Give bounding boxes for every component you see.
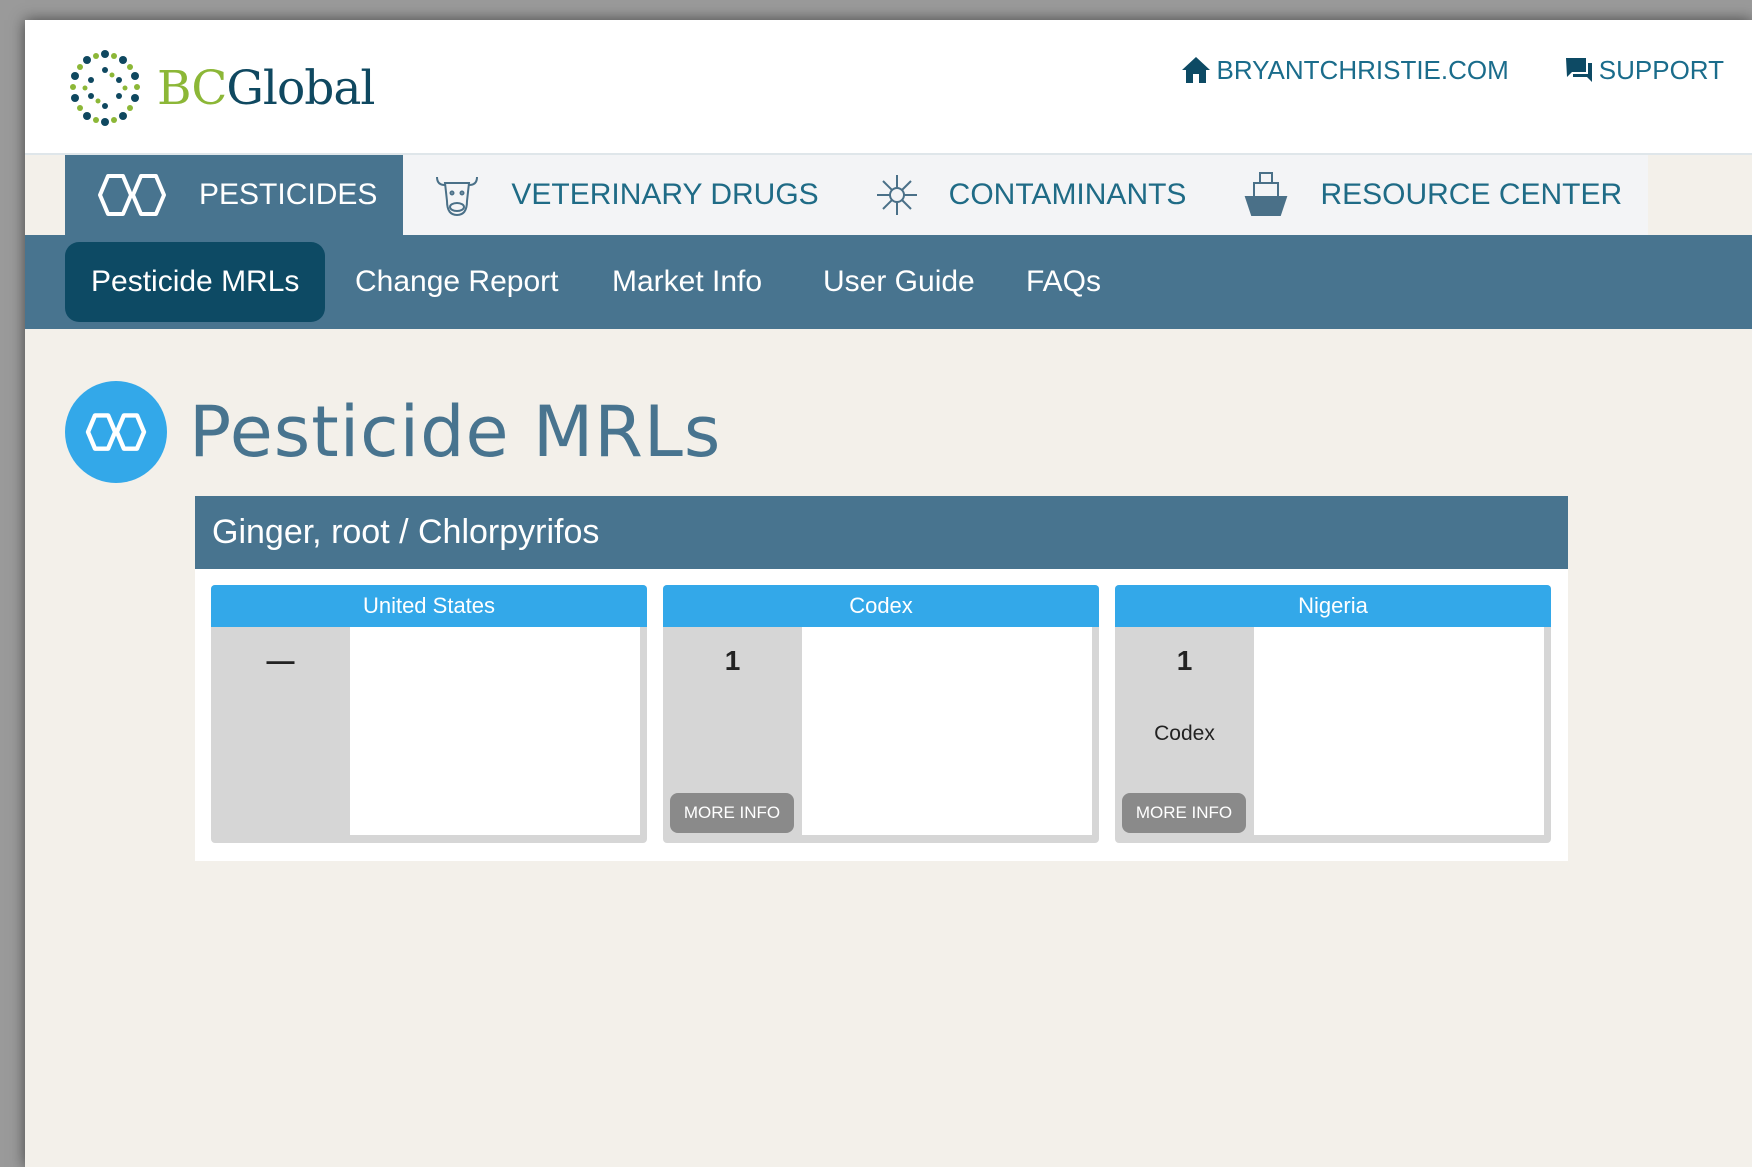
market-name: Nigeria xyxy=(1115,585,1551,627)
subnav-pesticide-mrls[interactable]: Pesticide MRLs xyxy=(65,242,326,322)
logo-global-text: Global xyxy=(226,60,375,116)
subnav-change-report[interactable]: Change Report xyxy=(355,242,558,322)
nav-pesticides-label: PESTICIDES xyxy=(199,178,378,211)
mrl-value-column: 1 Codex MORE INFO xyxy=(1115,627,1254,843)
support-link-label: SUPPORT xyxy=(1598,54,1724,85)
sub-nav: Pesticide MRLs Change Report Market Info… xyxy=(25,235,1752,329)
virus-icon xyxy=(876,175,917,215)
nav-contaminants[interactable]: CONTAMINANTS xyxy=(845,155,1213,235)
logo-wordmark: BCGlobal xyxy=(157,60,375,116)
more-info-button[interactable]: MORE INFO xyxy=(670,793,794,833)
support-link[interactable]: SUPPORT xyxy=(1563,54,1724,86)
result-title: Ginger, root / Chlorpyrifos xyxy=(195,496,1568,569)
hexagon-molecule-icon xyxy=(98,174,166,216)
chat-icon xyxy=(1565,58,1592,82)
nav-veterinary-drugs-label: VETERINARY DRUGS xyxy=(511,178,819,211)
browser-window: BCGlobal BRYANTCHRISTIE.COM SUPPORT PEST… xyxy=(25,20,1752,1167)
more-info-button[interactable]: MORE INFO xyxy=(1122,793,1246,833)
cow-icon xyxy=(436,176,479,217)
mrl-value: — xyxy=(266,645,295,676)
market-card-united-states: United States — xyxy=(211,585,647,843)
nav-veterinary-drugs[interactable]: VETERINARY DRUGS xyxy=(403,155,844,235)
logo-bc-text: BC xyxy=(157,60,227,116)
page-heading: Pesticide MRLs xyxy=(65,344,721,520)
main-nav: PESTICIDES VETERINARY DRUGS CONTAMINANTS… xyxy=(65,155,1649,235)
mrl-value-column: — xyxy=(211,627,350,843)
market-detail-area xyxy=(350,627,640,835)
market-card-codex: Codex 1 MORE INFO xyxy=(663,585,1099,843)
pesticide-badge-icon xyxy=(65,380,167,483)
nav-resource-center-label: RESOURCE CENTER xyxy=(1320,178,1623,211)
home-icon xyxy=(1182,57,1211,83)
subnav-market-info[interactable]: Market Info xyxy=(612,242,762,322)
top-header: BCGlobal BRYANTCHRISTIE.COM SUPPORT xyxy=(25,20,1752,155)
nav-pesticides[interactable]: PESTICIDES xyxy=(65,155,404,235)
market-card-nigeria: Nigeria 1 Codex MORE INFO xyxy=(1115,585,1551,843)
mrl-value-column: 1 MORE INFO xyxy=(663,627,802,843)
market-detail-area xyxy=(802,627,1092,835)
market-name: United States xyxy=(211,585,647,627)
mrl-value: 1 xyxy=(724,645,741,676)
hexagon-molecule-icon xyxy=(85,413,147,451)
nav-contaminants-label: CONTAMINANTS xyxy=(948,178,1187,211)
page-title: Pesticide MRLs xyxy=(189,390,722,473)
mrl-result-panel: Ginger, root / Chlorpyrifos United State… xyxy=(195,496,1568,861)
subnav-faqs[interactable]: FAQs xyxy=(1026,242,1101,322)
mrl-value: 1 xyxy=(1176,645,1193,676)
nav-resource-center[interactable]: RESOURCE CENTER xyxy=(1212,155,1648,235)
bryantchristie-link-label: BRYANTCHRISTIE.COM xyxy=(1216,54,1509,85)
logo-icon xyxy=(70,50,140,126)
top-links: BRYANTCHRISTIE.COM SUPPORT xyxy=(1126,54,1724,86)
bcglobal-logo[interactable]: BCGlobal xyxy=(63,46,375,130)
bryantchristie-link[interactable]: BRYANTCHRISTIE.COM xyxy=(1180,54,1509,86)
mrl-source: Codex xyxy=(1154,722,1215,745)
market-name: Codex xyxy=(663,585,1099,627)
subnav-user-guide[interactable]: User Guide xyxy=(823,242,975,322)
ship-icon xyxy=(1245,172,1288,216)
market-detail-area xyxy=(1254,627,1544,835)
